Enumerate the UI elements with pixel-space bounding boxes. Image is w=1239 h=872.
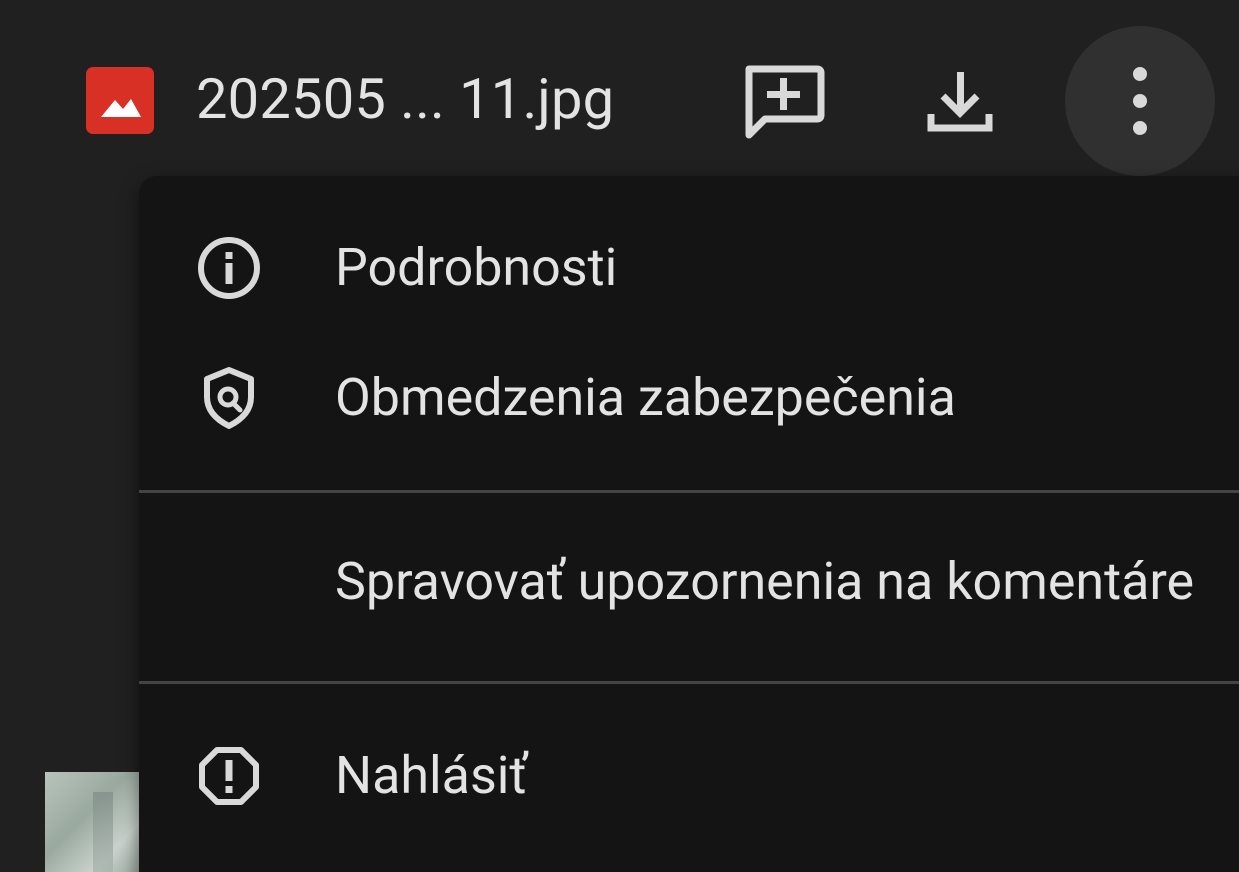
menu-item-security-restrictions[interactable]: Obmedzenia zabezpečenia: [139, 346, 1239, 450]
download-button[interactable]: [912, 56, 1008, 146]
preview-toolbar: 202505 ... 11.jpg: [0, 0, 1239, 176]
file-name: 202505 ... 11.jpg: [196, 66, 615, 132]
info-icon: [195, 234, 263, 302]
menu-item-report[interactable]: Nahlásiť: [139, 724, 1239, 828]
report-icon: [195, 742, 263, 810]
menu-divider: [139, 490, 1239, 493]
image-file-icon: [86, 67, 154, 134]
menu-divider: [139, 681, 1239, 684]
security-shield-icon: [195, 364, 263, 432]
menu-item-label: Podrobnosti: [335, 237, 618, 298]
more-vert-icon: [1133, 67, 1147, 135]
menu-item-details[interactable]: Podrobnosti: [139, 216, 1239, 320]
add-comment-icon: [745, 65, 825, 139]
menu-item-label: Nahlásiť: [335, 745, 528, 806]
file-preview-screen: 202505 ... 11.jpg Podrobnosti Obmedzenia…: [0, 0, 1239, 872]
add-comment-button[interactable]: [730, 56, 830, 146]
more-options-menu: Podrobnosti Obmedzenia zabezpečenia Spra…: [139, 176, 1239, 872]
menu-item-label: Spravovať upozornenia na komentáre: [335, 551, 1195, 612]
download-icon: [927, 72, 993, 132]
menu-item-label: Obmedzenia zabezpečenia: [335, 367, 956, 428]
menu-item-manage-comment-notifications[interactable]: Spravovať upozornenia na komentáre: [139, 530, 1239, 634]
more-options-button[interactable]: [1065, 26, 1215, 176]
